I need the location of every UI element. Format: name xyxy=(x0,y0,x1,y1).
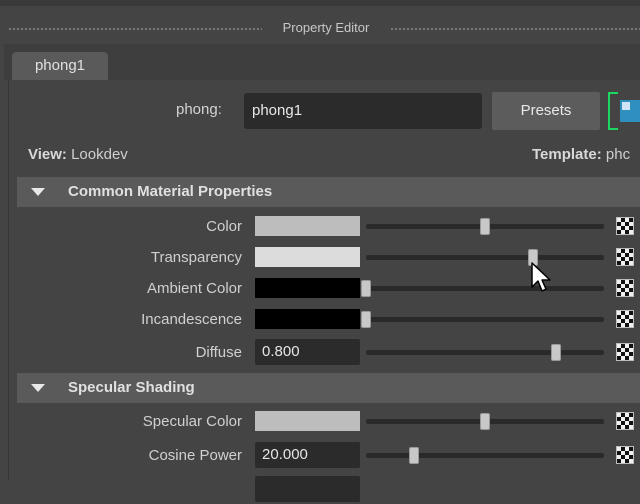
color-swatch[interactable] xyxy=(255,216,360,236)
section-label: Common Material Properties xyxy=(68,183,273,200)
checker-map-icon[interactable] xyxy=(616,343,634,361)
attr-slider[interactable] xyxy=(361,280,604,297)
attr-label: Incandescence xyxy=(141,311,242,328)
node-icon[interactable] xyxy=(620,100,640,122)
color-swatch[interactable] xyxy=(255,278,360,298)
section-label: Specular Shading xyxy=(68,379,195,396)
mouse-cursor-icon xyxy=(531,262,551,292)
panel-title-bar[interactable]: Property Editor xyxy=(0,6,640,44)
color-swatch[interactable] xyxy=(255,247,360,267)
checker-map-icon[interactable] xyxy=(616,446,634,464)
view-value: Lookdev xyxy=(71,146,128,163)
attr-row-incandescence: Incandescence xyxy=(0,304,640,334)
slider-handle[interactable] xyxy=(361,280,371,297)
attr-slider[interactable] xyxy=(366,249,604,266)
color-swatch[interactable] xyxy=(255,411,360,431)
panel-title: Property Editor xyxy=(282,20,370,35)
template-label: Template: xyxy=(532,146,602,163)
checker-map-icon[interactable] xyxy=(616,412,634,430)
node-bracket xyxy=(608,92,618,130)
cosine-power-field[interactable]: 20.000 xyxy=(255,442,360,468)
slider-handle[interactable] xyxy=(480,218,490,235)
attr-label: Ambient Color xyxy=(146,280,242,297)
attr-slider[interactable] xyxy=(366,447,604,464)
attr-slider[interactable] xyxy=(361,311,604,328)
attr-row-cosine-power: Cosine Power 20.000 xyxy=(0,440,640,470)
attr-label: Cosine Power xyxy=(148,447,242,464)
node-type-label: phong: xyxy=(176,101,222,118)
checker-map-icon[interactable] xyxy=(616,310,634,328)
view-label: View: xyxy=(28,146,67,163)
node-name-field[interactable]: phong1 xyxy=(244,93,482,129)
attr-slider[interactable] xyxy=(366,218,604,235)
tab-phong1[interactable]: phong1 xyxy=(12,52,108,80)
attr-label: Specular Color xyxy=(142,413,242,430)
slider-handle[interactable] xyxy=(551,344,562,361)
color-swatch[interactable] xyxy=(255,309,360,329)
collapse-triangle-icon[interactable] xyxy=(31,384,45,392)
slider-handle[interactable] xyxy=(408,447,419,464)
attr-label: Color xyxy=(206,218,242,235)
attr-row-color: Color xyxy=(0,211,640,241)
presets-button[interactable]: Presets xyxy=(492,92,600,130)
section-common-material-properties[interactable]: Common Material Properties xyxy=(17,177,640,207)
diffuse-field[interactable]: 0.800 xyxy=(255,339,360,365)
checker-map-icon[interactable] xyxy=(616,248,634,266)
template-value: phc xyxy=(605,146,631,163)
slider-handle[interactable] xyxy=(480,413,490,430)
attr-row-partial xyxy=(0,474,640,504)
view-selector[interactable]: View: Lookdev xyxy=(28,146,128,163)
attr-label: Diffuse xyxy=(195,344,242,361)
checker-map-icon[interactable] xyxy=(616,217,634,235)
checker-map-icon[interactable] xyxy=(616,279,634,297)
template-selector[interactable]: Template: phc xyxy=(532,146,630,163)
section-specular-shading[interactable]: Specular Shading xyxy=(17,373,640,403)
attr-row-specular-color: Specular Color xyxy=(0,406,640,436)
tab-bar: phong1 xyxy=(4,44,640,80)
title-grip-right[interactable] xyxy=(390,27,640,31)
attr-slider[interactable] xyxy=(366,413,604,430)
attr-label: Transparency xyxy=(150,249,242,266)
title-grip-left[interactable] xyxy=(8,27,262,31)
attr-row-diffuse: Diffuse 0.800 xyxy=(0,337,640,367)
attr-slider[interactable] xyxy=(366,344,604,361)
slider-handle[interactable] xyxy=(361,311,371,328)
collapse-triangle-icon[interactable] xyxy=(31,188,45,196)
